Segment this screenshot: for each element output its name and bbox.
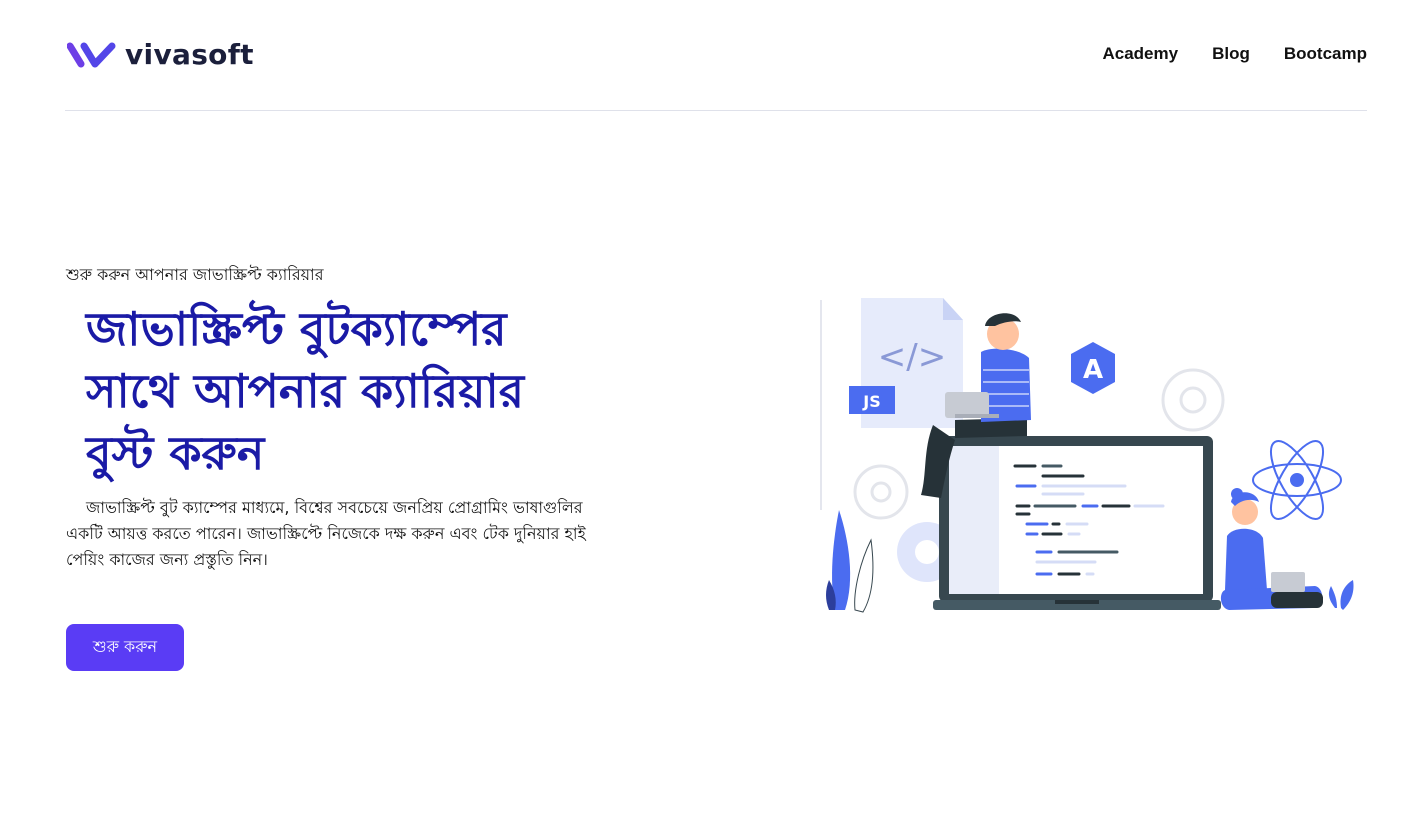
nav-blog[interactable]: Blog xyxy=(1212,44,1250,64)
start-button[interactable]: শুরু করুন xyxy=(66,624,184,671)
vivasoft-logo[interactable]: vivasoft xyxy=(67,38,254,71)
angular-logo-icon: A xyxy=(1071,342,1115,394)
hero-title-line-1: জাভাস্ক্রিপ্ট বুটক্যাম্পের xyxy=(86,302,507,356)
nav-bootcamp[interactable]: Bootcamp xyxy=(1284,44,1367,64)
plant-left-icon xyxy=(826,510,874,613)
developer-illustration: </> JS A xyxy=(820,298,1354,613)
hero-description: জাভাস্ক্রিপ্ট বুট ক্যাম্পের মাধ্যমে, বিশ… xyxy=(66,498,586,569)
react-atom-icon xyxy=(1252,440,1342,520)
hero-title-line-3: বুস্ট করুন xyxy=(86,426,265,480)
site-header: vivasoft Academy Blog Bootcamp xyxy=(65,0,1367,111)
laptop-icon xyxy=(933,436,1221,610)
hero-title: জাভাস্ক্রিপ্ট বুটক্যাম্পের সাথে আপনার ক্… xyxy=(86,298,606,484)
js-badge: JS xyxy=(862,392,880,411)
main-nav: Academy Blog Bootcamp xyxy=(1102,44,1367,64)
nav-academy[interactable]: Academy xyxy=(1102,44,1178,64)
hero-tagline: শুরু করুন আপনার জাভাস্ক্রিপ্ট ক্যারিয়ার xyxy=(66,265,324,284)
logo-text: vivasoft xyxy=(125,38,254,71)
hero-title-line-2: সাথে আপনার ক্যারিয়ার xyxy=(86,364,525,418)
angular-badge: A xyxy=(1083,355,1103,385)
vivasoft-logo-icon xyxy=(67,42,116,67)
code-glyph: </> xyxy=(878,337,946,377)
plant-right-icon xyxy=(1328,580,1354,610)
